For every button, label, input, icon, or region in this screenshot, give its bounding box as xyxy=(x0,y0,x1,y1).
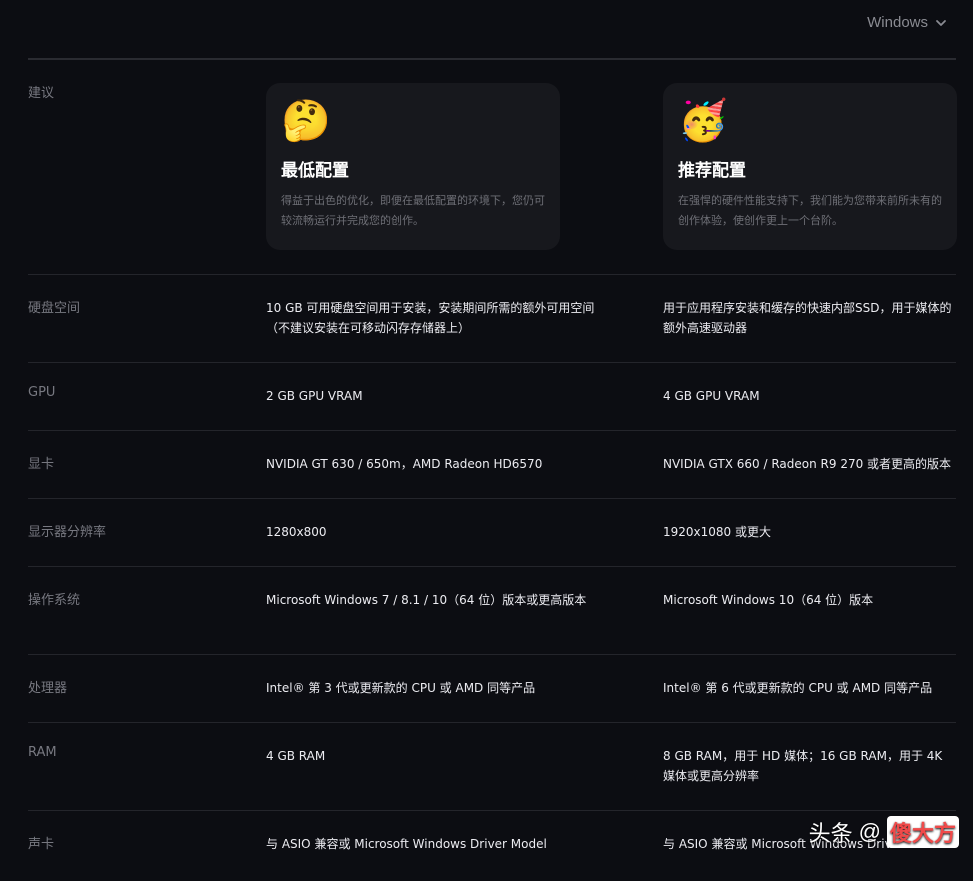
min-value: Intel® 第 3 代或更新款的 CPU 或 AMD 同等产品 xyxy=(266,681,536,695)
min-config-title: 最低配置 xyxy=(281,161,349,180)
spec-row-cpu: 处理器 Intel® 第 3 代或更新款的 CPU 或 AMD 同等产品 Int… xyxy=(28,655,956,723)
watermark-name: 傻大方 xyxy=(886,816,959,848)
spec-row-graphics-card: 显卡 NVIDIA GT 630 / 650m，AMD Radeon HD657… xyxy=(28,431,956,499)
thinking-face-icon: 🤔 xyxy=(281,98,331,144)
row-label: 硬盘空间 xyxy=(28,301,81,316)
watermark: 头条 @ 傻大方 xyxy=(809,816,959,848)
row-label: 处理器 xyxy=(28,681,68,696)
spec-row-gpu: GPU 2 GB GPU VRAM 4 GB GPU VRAM xyxy=(28,363,956,431)
rec-value: NVIDIA GTX 660 / Radeon R9 270 或者更高的版本 xyxy=(663,457,952,471)
rec-value: 1920x1080 或更大 xyxy=(663,525,771,539)
rec-value: 用于应用程序安装和缓存的快速内部SSD，用于媒体的额外高速驱动器 xyxy=(663,301,952,335)
os-selector[interactable]: Windows xyxy=(867,14,947,31)
min-value: 2 GB GPU VRAM xyxy=(266,389,363,403)
min-value: NVIDIA GT 630 / 650m，AMD Radeon HD6570 xyxy=(266,457,543,471)
row-label: RAM xyxy=(28,745,57,760)
recommendation-row: 建议 🤔 最低配置 得益于出色的优化，即便在最低配置的环境下，您仍可较流畅运行并… xyxy=(28,60,957,275)
row-label: 显卡 xyxy=(28,457,55,472)
spec-table: 建议 🤔 最低配置 得益于出色的优化，即便在最低配置的环境下，您仍可较流畅运行并… xyxy=(28,60,957,881)
rec-value: 4 GB GPU VRAM xyxy=(663,389,760,403)
row-label: 操作系统 xyxy=(28,593,81,608)
min-value: 10 GB 可用硬盘空间用于安装，安装期间所需的额外可用空间（不建议安装在可移动… xyxy=(266,301,595,335)
row-label: 建议 xyxy=(28,86,55,101)
rec-config-desc: 在强悍的硬件性能支持下，我们能为您带来前所未有的创作体验，使创作更上一个台阶。 xyxy=(678,194,942,227)
min-config-card: 🤔 最低配置 得益于出色的优化，即便在最低配置的环境下，您仍可较流畅运行并完成您… xyxy=(266,83,560,250)
row-label: 显示器分辨率 xyxy=(28,525,107,540)
row-label: 声卡 xyxy=(28,837,55,852)
rec-value: 8 GB RAM，用于 HD 媒体；16 GB RAM，用于 4K 媒体或更高分… xyxy=(663,749,943,783)
spec-row-disk: 硬盘空间 10 GB 可用硬盘空间用于安装，安装期间所需的额外可用空间（不建议安… xyxy=(28,275,956,363)
watermark-at: @ xyxy=(858,819,881,844)
chevron-down-icon xyxy=(936,19,946,26)
rec-value: Intel® 第 6 代或更新款的 CPU 或 AMD 同等产品 xyxy=(663,681,933,695)
min-config-desc: 得益于出色的优化，即便在最低配置的环境下，您仍可较流畅运行并完成您的创作。 xyxy=(281,194,545,227)
spec-row-ram: RAM 4 GB RAM 8 GB RAM，用于 HD 媒体；16 GB RAM… xyxy=(28,723,956,811)
rec-config-card: 🥳 推荐配置 在强悍的硬件性能支持下，我们能为您带来前所未有的创作体验，使创作更… xyxy=(663,83,957,250)
min-value: Microsoft Windows 7 / 8.1 / 10（64 位）版本或更… xyxy=(266,593,587,607)
spec-row-os: 操作系统 Microsoft Windows 7 / 8.1 / 10（64 位… xyxy=(28,567,956,655)
min-value: 1280x800 xyxy=(266,525,327,539)
row-label: GPU xyxy=(28,385,56,400)
watermark-prefix: 头条 xyxy=(808,821,853,846)
os-selector-value: Windows xyxy=(867,14,928,31)
min-value: 4 GB RAM xyxy=(266,749,326,763)
spec-row-resolution: 显示器分辨率 1280x800 1920x1080 或更大 xyxy=(28,499,956,567)
min-value: 与 ASIO 兼容或 Microsoft Windows Driver Mode… xyxy=(266,837,547,851)
rec-value: Microsoft Windows 10（64 位）版本 xyxy=(663,593,874,607)
rec-config-title: 推荐配置 xyxy=(678,161,746,180)
party-face-icon: 🥳 xyxy=(678,98,728,144)
